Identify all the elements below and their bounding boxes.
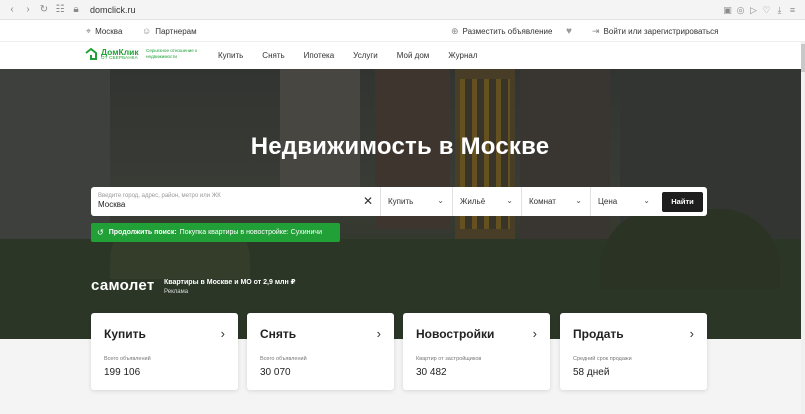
nav-rent[interactable]: Снять: [262, 51, 284, 60]
deal-type-value: Купить: [388, 197, 414, 206]
rooms-select[interactable]: Комнат ⌄: [521, 187, 590, 216]
lock-icon: 🔒︎: [73, 3, 79, 15]
property-type-value: Жильё: [460, 197, 486, 206]
nav-buy[interactable]: Купить: [218, 51, 243, 60]
card-sell[interactable]: Продать › Средний срок продажи 58 дней: [560, 313, 707, 390]
main-navigation: ДомКлик ОТ СБЕРБАНКА Серьезное отношение…: [0, 42, 805, 69]
card-value: 30 070: [260, 367, 291, 378]
login-icon: ⇥: [592, 25, 600, 36]
hero-banner: Недвижимость в Москве Введите город, адр…: [0, 69, 805, 339]
partners-label: Партнерам: [155, 26, 197, 36]
reload-icon[interactable]: ↻: [36, 0, 52, 20]
find-button[interactable]: Найти: [662, 192, 703, 212]
chevron-down-icon: ⌄: [643, 196, 650, 205]
login-link[interactable]: ⇥ Войти или зарегистрироваться: [592, 20, 718, 42]
card-title: Купить: [104, 327, 146, 341]
back-icon[interactable]: ‹: [4, 0, 20, 20]
ad-brand-logo: самолет: [91, 277, 155, 294]
card-subtitle: Средний срок продажи: [573, 356, 632, 362]
history-icon: ↺: [97, 228, 104, 237]
send-icon[interactable]: ▷: [747, 0, 760, 20]
card-value: 199 106: [104, 367, 141, 378]
card-subtitle: Всего объявлений: [104, 356, 151, 362]
card-rent[interactable]: Снять › Всего объявлений 30 070: [247, 313, 394, 390]
download-icon[interactable]: ⤓: [773, 0, 786, 20]
forward-icon[interactable]: ›: [20, 0, 36, 20]
price-select[interactable]: Цена ⌄: [590, 187, 658, 216]
favorites-button[interactable]: ♥: [566, 20, 576, 42]
shield-icon[interactable]: ◎: [734, 0, 747, 20]
continue-search-button[interactable]: ↺ Продолжить поиск: Покупка квартиры в н…: [91, 223, 340, 242]
address-bar[interactable]: domclick.ru: [90, 5, 136, 15]
card-title: Снять: [260, 327, 297, 341]
hero-title: Недвижимость в Москве: [250, 133, 550, 160]
person-icon: ☺: [142, 26, 152, 36]
card-value: 30 482: [416, 367, 447, 378]
chevron-right-icon: ›: [376, 326, 381, 341]
nav-journal[interactable]: Журнал: [448, 51, 477, 60]
continue-search-label: Продолжить поиск:: [108, 229, 177, 236]
chevron-right-icon: ›: [220, 326, 225, 341]
search-value: Москва: [98, 200, 126, 209]
deal-type-select[interactable]: Купить ⌄: [380, 187, 452, 216]
logo-sub: ОТ СБЕРБАНКА: [101, 55, 138, 60]
card-value: 58 дней: [573, 367, 610, 378]
logo[interactable]: ДомКлик ОТ СБЕРБАНКА Серьезное отношение…: [84, 47, 197, 61]
top-info-bar: ⌖ Москва ☺ Партнерам ⊕ Разместить объявл…: [0, 20, 805, 42]
continue-search-text: Покупка квартиры в новостройке: Сухиничи: [179, 229, 322, 236]
post-ad-link[interactable]: ⊕ Разместить объявление: [451, 20, 552, 42]
ad-label: Реклама: [164, 289, 189, 295]
post-ad-label: Разместить объявление: [462, 26, 553, 36]
chevron-down-icon: ⌄: [506, 196, 513, 205]
chevron-down-icon: ⌄: [437, 196, 444, 205]
house-logo-icon: [85, 47, 97, 60]
rooms-value: Комнат: [529, 197, 556, 206]
nav-links: Купить Снять Ипотека Услуги Мой дом Журн…: [218, 42, 497, 69]
scrollbar-track[interactable]: [801, 42, 805, 414]
menu-icon[interactable]: ≡: [786, 0, 799, 20]
nav-services[interactable]: Услуги: [353, 51, 378, 60]
card-subtitle: Всего объявлений: [260, 356, 307, 362]
nav-my-home[interactable]: Мой дом: [397, 51, 430, 60]
browser-toolbar: ‹ › ↻ ☷ 🔒︎ domclick.ru ▣ ◎ ▷ ♡ ⤓ ≡: [0, 0, 805, 20]
ad-text: Квартиры в Москве и МО от 2,9 млн ₽: [164, 279, 296, 286]
card-subtitle: Квартир от застройщиков: [416, 356, 482, 362]
card-title: Продать: [573, 327, 624, 341]
chevron-down-icon: ⌄: [575, 196, 582, 205]
chevron-right-icon: ›: [532, 326, 537, 341]
location-pin-icon: ⌖: [86, 25, 92, 36]
city-label: Москва: [95, 26, 123, 36]
logo-tagline: Серьезное отношение к недвижимости: [146, 48, 198, 59]
apps-icon[interactable]: ☷: [52, 0, 68, 20]
heart-icon[interactable]: ♡: [760, 0, 773, 20]
card-title: Новостройки: [416, 327, 495, 341]
card-buy[interactable]: Купить › Всего объявлений 199 106: [91, 313, 238, 390]
price-value: Цена: [598, 197, 618, 206]
partners-link[interactable]: ☺ Партнерам: [142, 20, 197, 42]
search-form: Введите город, адрес, район, метро или Ж…: [91, 187, 707, 216]
chevron-right-icon: ›: [689, 326, 694, 341]
location-search-input[interactable]: Введите город, адрес, район, метро или Ж…: [91, 187, 380, 216]
property-type-select[interactable]: Жильё ⌄: [452, 187, 521, 216]
card-new-buildings[interactable]: Новостройки › Квартир от застройщиков 30…: [403, 313, 550, 390]
city-selector[interactable]: ⌖ Москва: [86, 20, 122, 42]
nav-mortgage[interactable]: Ипотека: [304, 51, 335, 60]
heart-icon: ♥: [566, 25, 572, 37]
clear-icon[interactable]: ✕: [363, 194, 373, 208]
plus-circle-icon: ⊕: [451, 25, 459, 36]
camera-icon[interactable]: ▣: [721, 0, 734, 20]
search-placeholder: Введите город, адрес, район, метро или Ж…: [98, 193, 221, 199]
scrollbar-thumb[interactable]: [801, 44, 805, 72]
login-label: Войти или зарегистрироваться: [603, 26, 719, 36]
